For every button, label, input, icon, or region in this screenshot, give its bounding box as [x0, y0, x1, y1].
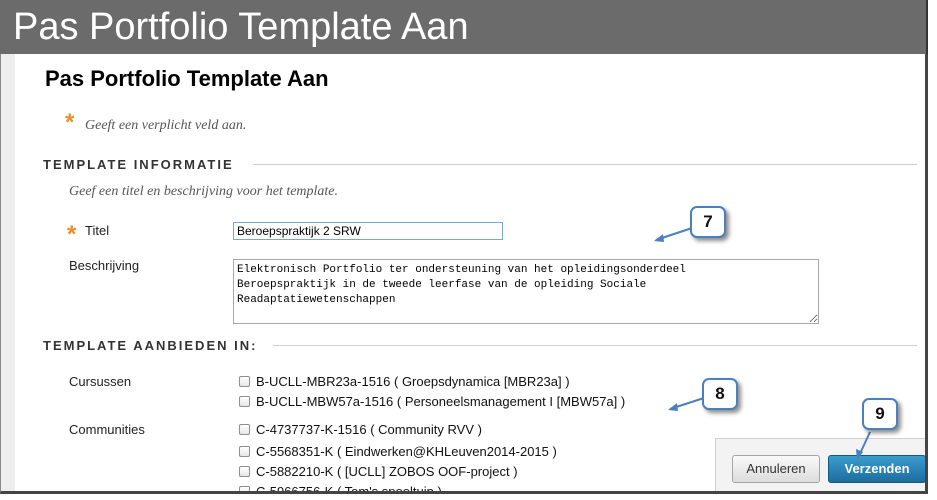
description-label: Beschrijving [69, 258, 140, 273]
community-option[interactable]: C-4737737-K-1516 ( Community RVV ) [239, 422, 482, 437]
checkbox[interactable] [239, 396, 250, 407]
required-note: Geeft een verplicht veld aan. [85, 118, 247, 133]
section-divider [273, 345, 917, 346]
title-label: Titel [85, 223, 110, 238]
community-option[interactable]: C-5568351-K ( Eindwerken@KHLeuven2014-20… [239, 444, 557, 459]
screenshot-frame: Pas Portfolio Template Aan * Geeft een v… [0, 54, 928, 494]
callout-badge-8: 8 [702, 378, 738, 410]
course-option-label: B-UCLL-MBR23a-1516 ( Groepsdynamica [MBR… [256, 374, 570, 389]
page-header: Pas Portfolio Template Aan [15, 54, 925, 103]
checkbox[interactable] [239, 376, 250, 387]
section-template-information: TEMPLATE INFORMATIE [43, 157, 234, 172]
template-hint: Geef een titel en beschrijving voor het … [69, 184, 339, 199]
community-option-label: C-4737737-K-1516 ( Community RVV ) [256, 422, 482, 437]
required-star-icon: * [67, 221, 77, 248]
tutorial-banner: Pas Portfolio Template Aan [0, 0, 928, 54]
banner-title: Pas Portfolio Template Aan [13, 6, 469, 48]
section-template-offer: TEMPLATE AANBIEDEN IN: [43, 338, 258, 353]
callout-badge-7: 7 [690, 206, 726, 238]
checkbox[interactable] [239, 466, 250, 477]
cancel-button[interactable]: Annuleren [732, 455, 820, 483]
community-option-label: C-5882210-K ( [UCLL] ZOBOS OOF-project ) [256, 464, 518, 479]
courses-label: Cursussen [69, 374, 132, 389]
form-content: * Geeft een verplicht veld aan. TEMPLATE… [15, 102, 925, 491]
community-option[interactable]: C-5966756-K ( Tom's speeltuin ) [239, 484, 442, 494]
section-divider [253, 164, 917, 165]
checkbox[interactable] [239, 486, 250, 491]
course-option[interactable]: B-UCLL-MBW57a-1516 ( Personeelsmanagemen… [239, 394, 625, 409]
checkbox[interactable] [239, 424, 250, 435]
checkbox[interactable] [239, 446, 250, 457]
title-input[interactable] [233, 222, 503, 240]
community-option[interactable]: C-5882210-K ( [UCLL] ZOBOS OOF-project ) [239, 464, 518, 479]
community-option-label: C-5966756-K ( Tom's speeltuin ) [256, 484, 442, 494]
left-navigation-strip [1, 54, 15, 491]
description-textarea[interactable]: Elektronisch Portfolio ter ondersteuning… [233, 259, 819, 324]
page-title: Pas Portfolio Template Aan [45, 66, 329, 91]
course-option-label: B-UCLL-MBW57a-1516 ( Personeelsmanagemen… [256, 394, 626, 409]
course-option[interactable]: B-UCLL-MBR23a-1516 ( Groepsdynamica [MBR… [239, 374, 570, 389]
required-star-icon: * [65, 109, 75, 136]
callout-badge-9: 9 [862, 398, 898, 430]
submit-button[interactable]: Verzenden [828, 455, 925, 483]
community-option-label: C-5568351-K ( Eindwerken@KHLeuven2014-20… [256, 444, 557, 459]
communities-label: Communities [69, 422, 145, 437]
submit-button-bar: Annuleren Verzenden [715, 438, 925, 491]
